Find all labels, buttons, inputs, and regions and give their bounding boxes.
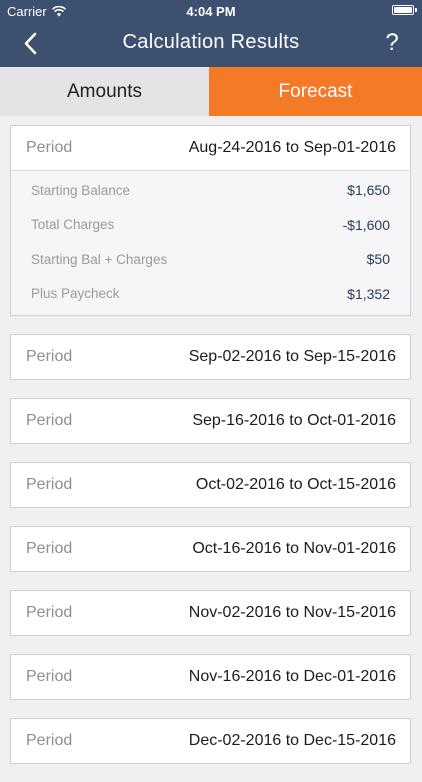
app-header: Carrier 4:04 PM Calculation Results ?	[0, 0, 422, 67]
detail-value: $1,352	[347, 285, 390, 302]
period-card[interactable]: Period Aug-24-2016 to Sep-01-2016 Starti…	[10, 125, 411, 316]
detail-row-total-charges: Total Charges -$1,600	[11, 208, 410, 243]
period-header[interactable]: Period Sep-02-2016 to Sep-15-2016	[11, 335, 410, 379]
navigation-bar: Calculation Results ?	[0, 22, 422, 67]
period-range: Oct-16-2016 to Nov-01-2016	[192, 540, 396, 557]
battery-icon	[392, 5, 417, 15]
tab-amounts[interactable]: Amounts	[0, 67, 209, 116]
back-button[interactable]	[16, 28, 48, 60]
period-range: Nov-02-2016 to Nov-15-2016	[188, 604, 396, 621]
period-label: Period	[26, 604, 73, 621]
period-header[interactable]: Period Nov-16-2016 to Dec-01-2016	[11, 655, 410, 699]
detail-row-starting-balance: Starting Balance $1,650	[11, 173, 410, 208]
period-card[interactable]: Period Nov-16-2016 to Dec-01-2016	[10, 654, 411, 700]
detail-label: Plus Paycheck	[31, 286, 120, 302]
detail-label: Total Charges	[31, 217, 115, 233]
detail-value: $50	[366, 251, 390, 268]
period-label: Period	[26, 668, 73, 685]
tab-forecast[interactable]: Forecast	[209, 67, 422, 116]
period-header[interactable]: Period Aug-24-2016 to Sep-01-2016	[11, 126, 410, 170]
period-range: Nov-16-2016 to Dec-01-2016	[188, 668, 396, 685]
period-range: Dec-02-2016 to Dec-15-2016	[188, 732, 396, 749]
chevron-left-icon	[24, 32, 37, 55]
period-label: Period	[26, 412, 73, 429]
period-card[interactable]: Period Sep-16-2016 to Oct-01-2016	[10, 398, 411, 444]
period-label: Period	[26, 139, 73, 156]
period-header[interactable]: Period Sep-16-2016 to Oct-01-2016	[11, 399, 410, 443]
help-button[interactable]: ?	[380, 29, 404, 57]
period-card[interactable]: Period Nov-02-2016 to Nov-15-2016	[10, 590, 411, 636]
detail-label: Starting Balance	[31, 182, 131, 198]
period-range: Aug-24-2016 to Sep-01-2016	[188, 139, 396, 156]
period-label: Period	[26, 540, 73, 557]
status-bar: Carrier 4:04 PM	[0, 0, 422, 22]
period-details: Starting Balance $1,650 Total Charges -$…	[11, 170, 410, 315]
period-card[interactable]: Period Oct-16-2016 to Nov-01-2016	[10, 526, 411, 572]
period-card[interactable]: Period Dec-02-2016 to Dec-15-2016	[10, 718, 411, 764]
detail-label: Starting Bal + Charges	[31, 251, 168, 267]
detail-value: $1,650	[347, 182, 390, 199]
period-range: Oct-02-2016 to Oct-15-2016	[195, 476, 396, 493]
period-label: Period	[26, 348, 73, 365]
detail-row-plus-paycheck: Plus Paycheck $1,352	[11, 277, 410, 312]
period-range: Sep-16-2016 to Oct-01-2016	[192, 412, 396, 429]
period-card[interactable]: Period Oct-02-2016 to Oct-15-2016	[10, 462, 411, 508]
detail-value: -$1,600	[342, 216, 390, 233]
period-header[interactable]: Period Oct-02-2016 to Oct-15-2016	[11, 463, 410, 507]
detail-row-starting-bal-plus-charges: Starting Bal + Charges $50	[11, 242, 410, 277]
period-card[interactable]: Period Sep-02-2016 to Sep-15-2016	[10, 334, 411, 380]
period-range: Sep-02-2016 to Sep-15-2016	[188, 348, 396, 365]
period-label: Period	[26, 476, 73, 493]
period-list: Period Aug-24-2016 to Sep-01-2016 Starti…	[10, 125, 411, 782]
period-header[interactable]: Period Nov-02-2016 to Nov-15-2016	[11, 591, 410, 635]
period-header[interactable]: Period Oct-16-2016 to Nov-01-2016	[11, 527, 410, 571]
page-title: Calculation Results	[122, 31, 300, 53]
status-time: 4:04 PM	[186, 4, 236, 19]
period-header[interactable]: Period Dec-02-2016 to Dec-15-2016	[11, 719, 410, 763]
period-label: Period	[26, 732, 73, 749]
segmented-tabs: Amounts Forecast	[0, 67, 422, 116]
